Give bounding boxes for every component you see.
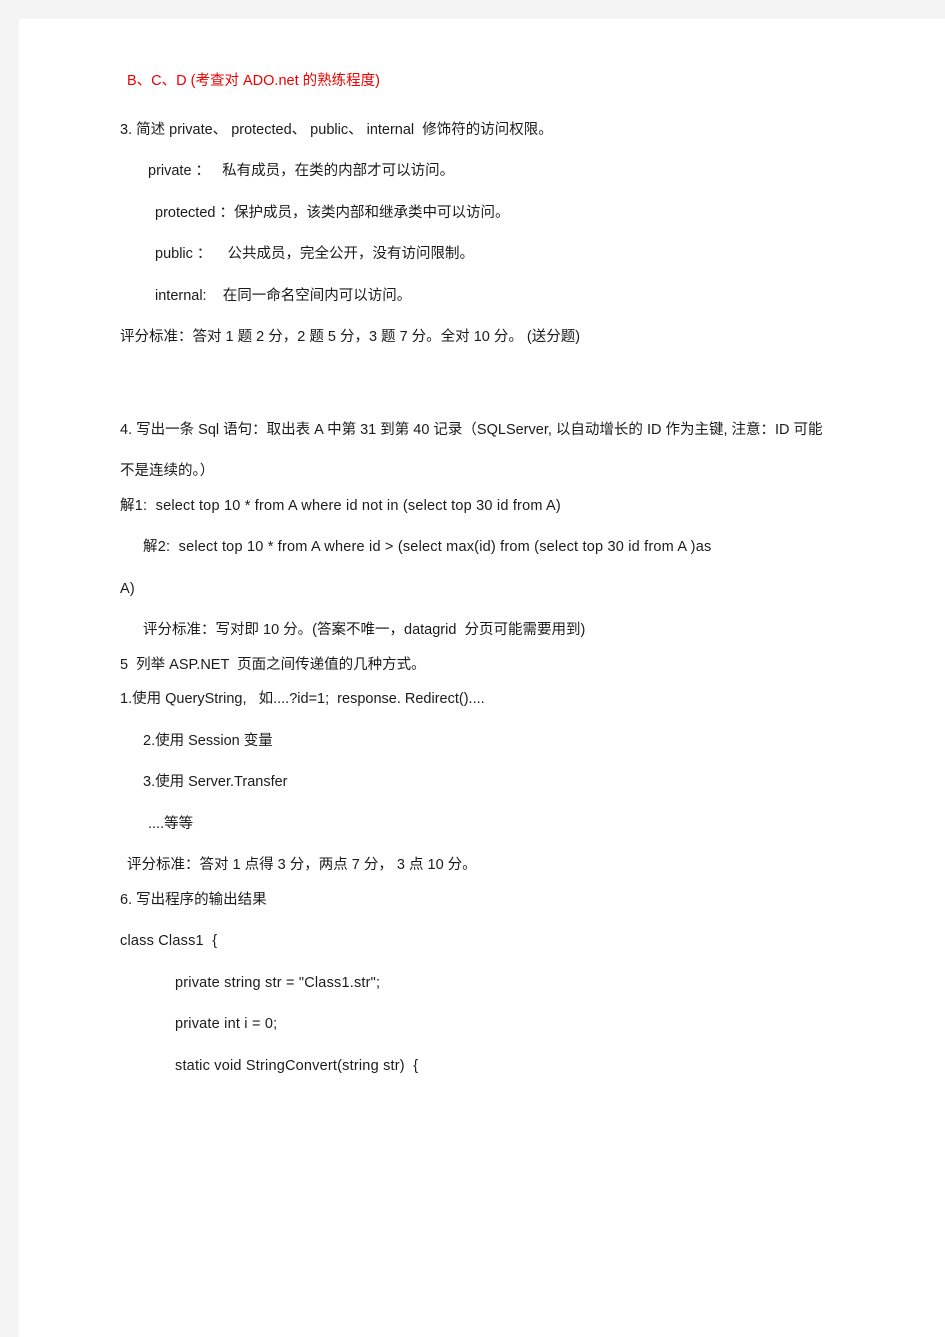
question-4-heading-line-2: 不是连续的。） <box>120 463 215 479</box>
q6-code-line-method-stringconvert: static void StringConvert(string str) { <box>175 1057 419 1074</box>
q3-modifier-internal: internal: 在同一命名空间内可以访问。 <box>155 287 412 304</box>
question-5-heading: 5 列举 ASP.NET 页面之间传递值的几种方式。 <box>120 656 426 673</box>
q4-solution-2-line-1: 解2: select top 10 * from A where id > (s… <box>143 539 712 555</box>
q6-code-line-class-decl: class Class1 { <box>120 933 218 949</box>
q4-scoring-criteria: 评分标准：写对即 10 分。(答案不唯一，datagrid 分页可能需要用到) <box>143 622 586 638</box>
q3-modifier-protected: protected ：保护成员，该类内部和继承类中可以访问。 <box>155 204 510 221</box>
question-4-heading-line-1: 4. 写出一条 Sql 语句：取出表 A 中第 31 到第 40 记录（SQLS… <box>120 421 823 438</box>
q5-item-etc: ....等等 <box>148 815 194 832</box>
q5-item-server-transfer: 3.使用 Server.Transfer <box>143 774 288 790</box>
document-body: B、C、D (考查对 ADO.net 的熟练程度) 3. 简述 private、… <box>120 74 920 1073</box>
page-frame: B、C、D (考查对 ADO.net 的熟练程度) 3. 简述 private、… <box>0 0 945 1337</box>
q3-modifier-private: private ： 私有成员，在类的内部才可以访问。 <box>148 163 455 179</box>
q5-item-querystring: 1.使用 QueryString, 如....?id=1; response. … <box>120 691 485 707</box>
q3-scoring-criteria: 评分标准：答对 1 题 2 分，2 题 5 分，3 题 7 分。全对 10 分。… <box>120 329 581 345</box>
question-6-heading: 6. 写出程序的输出结果 <box>120 891 267 908</box>
q3-modifier-public: public ： 公共成员，完全公开，没有访问限制。 <box>155 246 475 262</box>
q6-code-line-field-i: private int i = 0; <box>175 1016 278 1032</box>
document-page: B、C、D (考查对 ADO.net 的熟练程度) 3. 简述 private、… <box>19 19 945 1337</box>
q4-solution-1: 解1: select top 10 * from A where id not … <box>120 497 561 514</box>
q4-solution-2-line-2: A) <box>120 580 135 597</box>
q5-scoring-criteria: 评分标准：答对 1 点得 3 分，两点 7 分， 3 点 10 分。 <box>127 857 477 873</box>
answer-bcd-line: B、C、D (考查对 ADO.net 的熟练程度) <box>127 73 380 89</box>
question-3-heading: 3. 简述 private、 protected、 public、 intern… <box>120 121 553 138</box>
q6-code-line-field-str: private string str = "Class1.str"; <box>175 974 381 991</box>
q5-item-session: 2.使用 Session 变量 <box>143 732 273 749</box>
